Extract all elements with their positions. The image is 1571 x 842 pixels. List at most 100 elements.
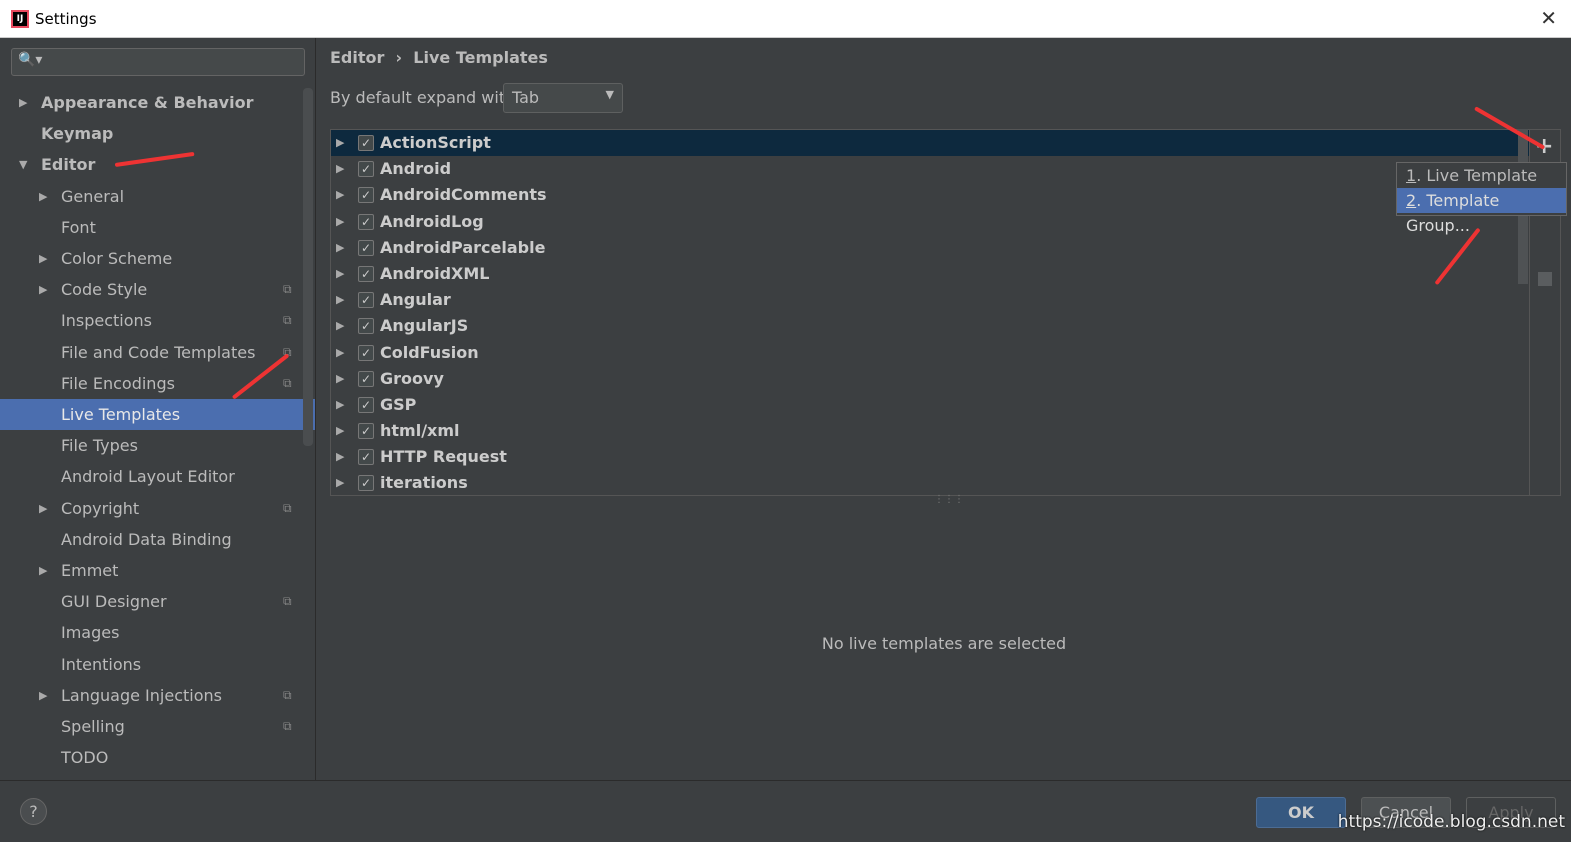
chevron-right-icon[interactable]: ▶ [336,340,344,366]
chevron-right-icon[interactable]: ▶ [336,418,344,444]
sidebar-item[interactable]: ▼ Editor [0,149,315,180]
template-group-row[interactable]: ▶ ✓ ColdFusion [331,340,1529,366]
expand-value: Tab [512,88,540,107]
chevron-right-icon[interactable]: ▶ [19,87,27,118]
sidebar-item[interactable]: ▶ Code Style ⧉ [0,274,315,305]
template-group-row[interactable]: ▶ ✓ AngularJS [331,313,1529,339]
sidebar-item[interactable]: Intentions [0,649,315,680]
checkbox[interactable]: ✓ [358,292,374,309]
project-scope-icon: ⧉ [283,594,292,609]
sidebar-item[interactable]: Live Templates [0,399,315,430]
sidebar-item[interactable]: File Types [0,430,315,461]
chevron-right-icon[interactable]: ▶ [336,209,344,235]
chevron-right-icon[interactable]: ▶ [39,493,47,524]
template-group-row[interactable]: ▶ ✓ Angular [331,287,1529,313]
sidebar-item[interactable]: Keymap [0,118,315,149]
template-group-row[interactable]: ▶ ✓ AndroidComments [331,182,1529,208]
checkbox[interactable]: ✓ [358,423,374,440]
sidebar-item-label: Emmet [61,561,119,580]
template-group-row[interactable]: ▶ ✓ Android [331,156,1529,182]
chevron-right-icon[interactable]: ▶ [336,182,344,208]
ok-button[interactable]: OK [1256,797,1346,828]
template-group-row[interactable]: ▶ ✓ AndroidLog [331,209,1529,235]
help-button[interactable]: ? [20,798,47,825]
sidebar-item[interactable]: Images [0,617,315,648]
sidebar-item-label: General [61,186,125,206]
sidebar-item[interactable]: Font [0,212,315,243]
templates-tree: ▶ ✓ ActionScript ▶ ✓ Android ▶ ✓ AndroidComments… [330,129,1530,496]
sidebar-item-label: Language Injections [61,685,222,705]
sidebar-item-label: File Encodings [61,373,175,393]
chevron-right-icon[interactable]: ▶ [39,680,47,711]
chevron-right-icon[interactable]: ▶ [336,313,344,339]
sidebar-item[interactable]: ▶ Emmet [0,555,315,586]
sidebar-item-label: Live Templates [61,405,181,424]
template-group-row[interactable]: ▶ ✓ GSP [331,392,1529,418]
checkbox[interactable]: ✓ [358,475,374,492]
checkbox[interactable]: ✓ [358,396,374,413]
sidebar-item-label: Font [61,217,96,237]
checkbox[interactable]: ✓ [358,265,374,282]
chevron-right-icon[interactable]: ▶ [336,392,344,418]
checkbox[interactable]: ✓ [358,318,374,335]
sidebar-item[interactable]: ▶ Copyright ⧉ [0,493,315,524]
template-group-row[interactable]: ▶ ✓ HTTP Request [331,444,1529,470]
checkbox[interactable]: ✓ [358,239,374,256]
chevron-right-icon[interactable]: ▶ [336,235,344,261]
chevron-right-icon[interactable]: ▶ [336,470,344,495]
sidebar-item[interactable]: ▶ Color Scheme [0,243,315,274]
copy-icon[interactable] [1538,272,1552,286]
sidebar-item[interactable]: ▶ Language Injections ⧉ [0,680,315,711]
sidebar-item[interactable]: TODO [0,742,315,773]
template-group-name: html/xml [380,421,460,441]
sidebar-item[interactable]: Android Layout Editor [0,461,315,492]
sidebar-item[interactable]: ▶ Appearance & Behavior [0,87,315,118]
checkbox[interactable]: ✓ [358,161,374,178]
template-group-name: AndroidComments [380,185,547,205]
sidebar-item[interactable]: Android Data Binding [0,524,315,555]
project-scope-icon: ⧉ [283,719,292,733]
checkbox[interactable]: ✓ [358,135,374,151]
menu-item-live-template[interactable]: 1. Live Template [1397,163,1566,188]
chevron-right-icon[interactable]: ▶ [336,444,344,470]
checkbox[interactable]: ✓ [358,449,374,466]
checkbox[interactable]: ✓ [358,187,374,204]
chevron-right-icon[interactable]: ▶ [39,274,47,305]
template-group-row[interactable]: ▶ ✓ ActionScript [331,130,1529,157]
chevron-right-icon[interactable]: ▶ [336,287,344,313]
checkbox[interactable]: ✓ [358,344,374,361]
template-group-name: iterations [380,473,468,493]
chevron-right-icon[interactable]: ▶ [336,130,344,156]
sidebar-item[interactable]: GUI Designer ⧉ [0,586,315,617]
sidebar-item[interactable]: ▶ General [0,181,315,212]
template-group-row[interactable]: ▶ ✓ AndroidXML [331,261,1529,287]
chevron-down-icon[interactable]: ▼ [19,149,27,180]
chevron-right-icon[interactable]: ▶ [336,261,344,287]
template-group-row[interactable]: ▶ ✓ AndroidParcelable [331,235,1529,261]
sidebar-item[interactable]: Inspections ⧉ [0,305,315,336]
sidebar-item[interactable]: Spelling ⧉ [0,711,315,742]
chevron-right-icon[interactable]: ▶ [39,555,47,586]
sidebar-scrollbar[interactable] [303,88,313,446]
sidebar-item[interactable]: File and Code Templates ⧉ [0,337,315,368]
chevron-right-icon[interactable]: ▶ [39,181,47,212]
breadcrumb: Editor › Live Templates [330,48,548,67]
checkbox[interactable]: ✓ [358,370,374,387]
search-input[interactable]: 🔍▾ [11,48,305,76]
sidebar-item-label: Spelling [61,717,125,736]
checkbox[interactable]: ✓ [358,213,374,230]
template-group-row[interactable]: ▶ ✓ Groovy [331,366,1529,392]
breadcrumb-editor[interactable]: Editor [330,48,384,67]
close-window-button[interactable]: ✕ [1540,6,1557,30]
sidebar-item-label: Copyright [61,498,140,518]
template-group-row[interactable]: ▶ ✓ iterations [331,470,1529,495]
chevron-right-icon[interactable]: ▶ [336,156,344,182]
title-bar: IJ Settings ✕ [0,0,1571,38]
chevron-right-icon[interactable]: ▶ [39,243,47,274]
splitter-handle[interactable]: ⋮⋮⋮ [934,494,964,505]
menu-item-template-group[interactable]: 2. Template Group... [1397,188,1566,235]
chevron-right-icon[interactable]: ▶ [336,366,344,392]
search-icon: 🔍▾ [18,52,43,68]
template-group-row[interactable]: ▶ ✓ html/xml [331,418,1529,444]
expand-with-select[interactable]: Tab ▼ [503,83,623,113]
